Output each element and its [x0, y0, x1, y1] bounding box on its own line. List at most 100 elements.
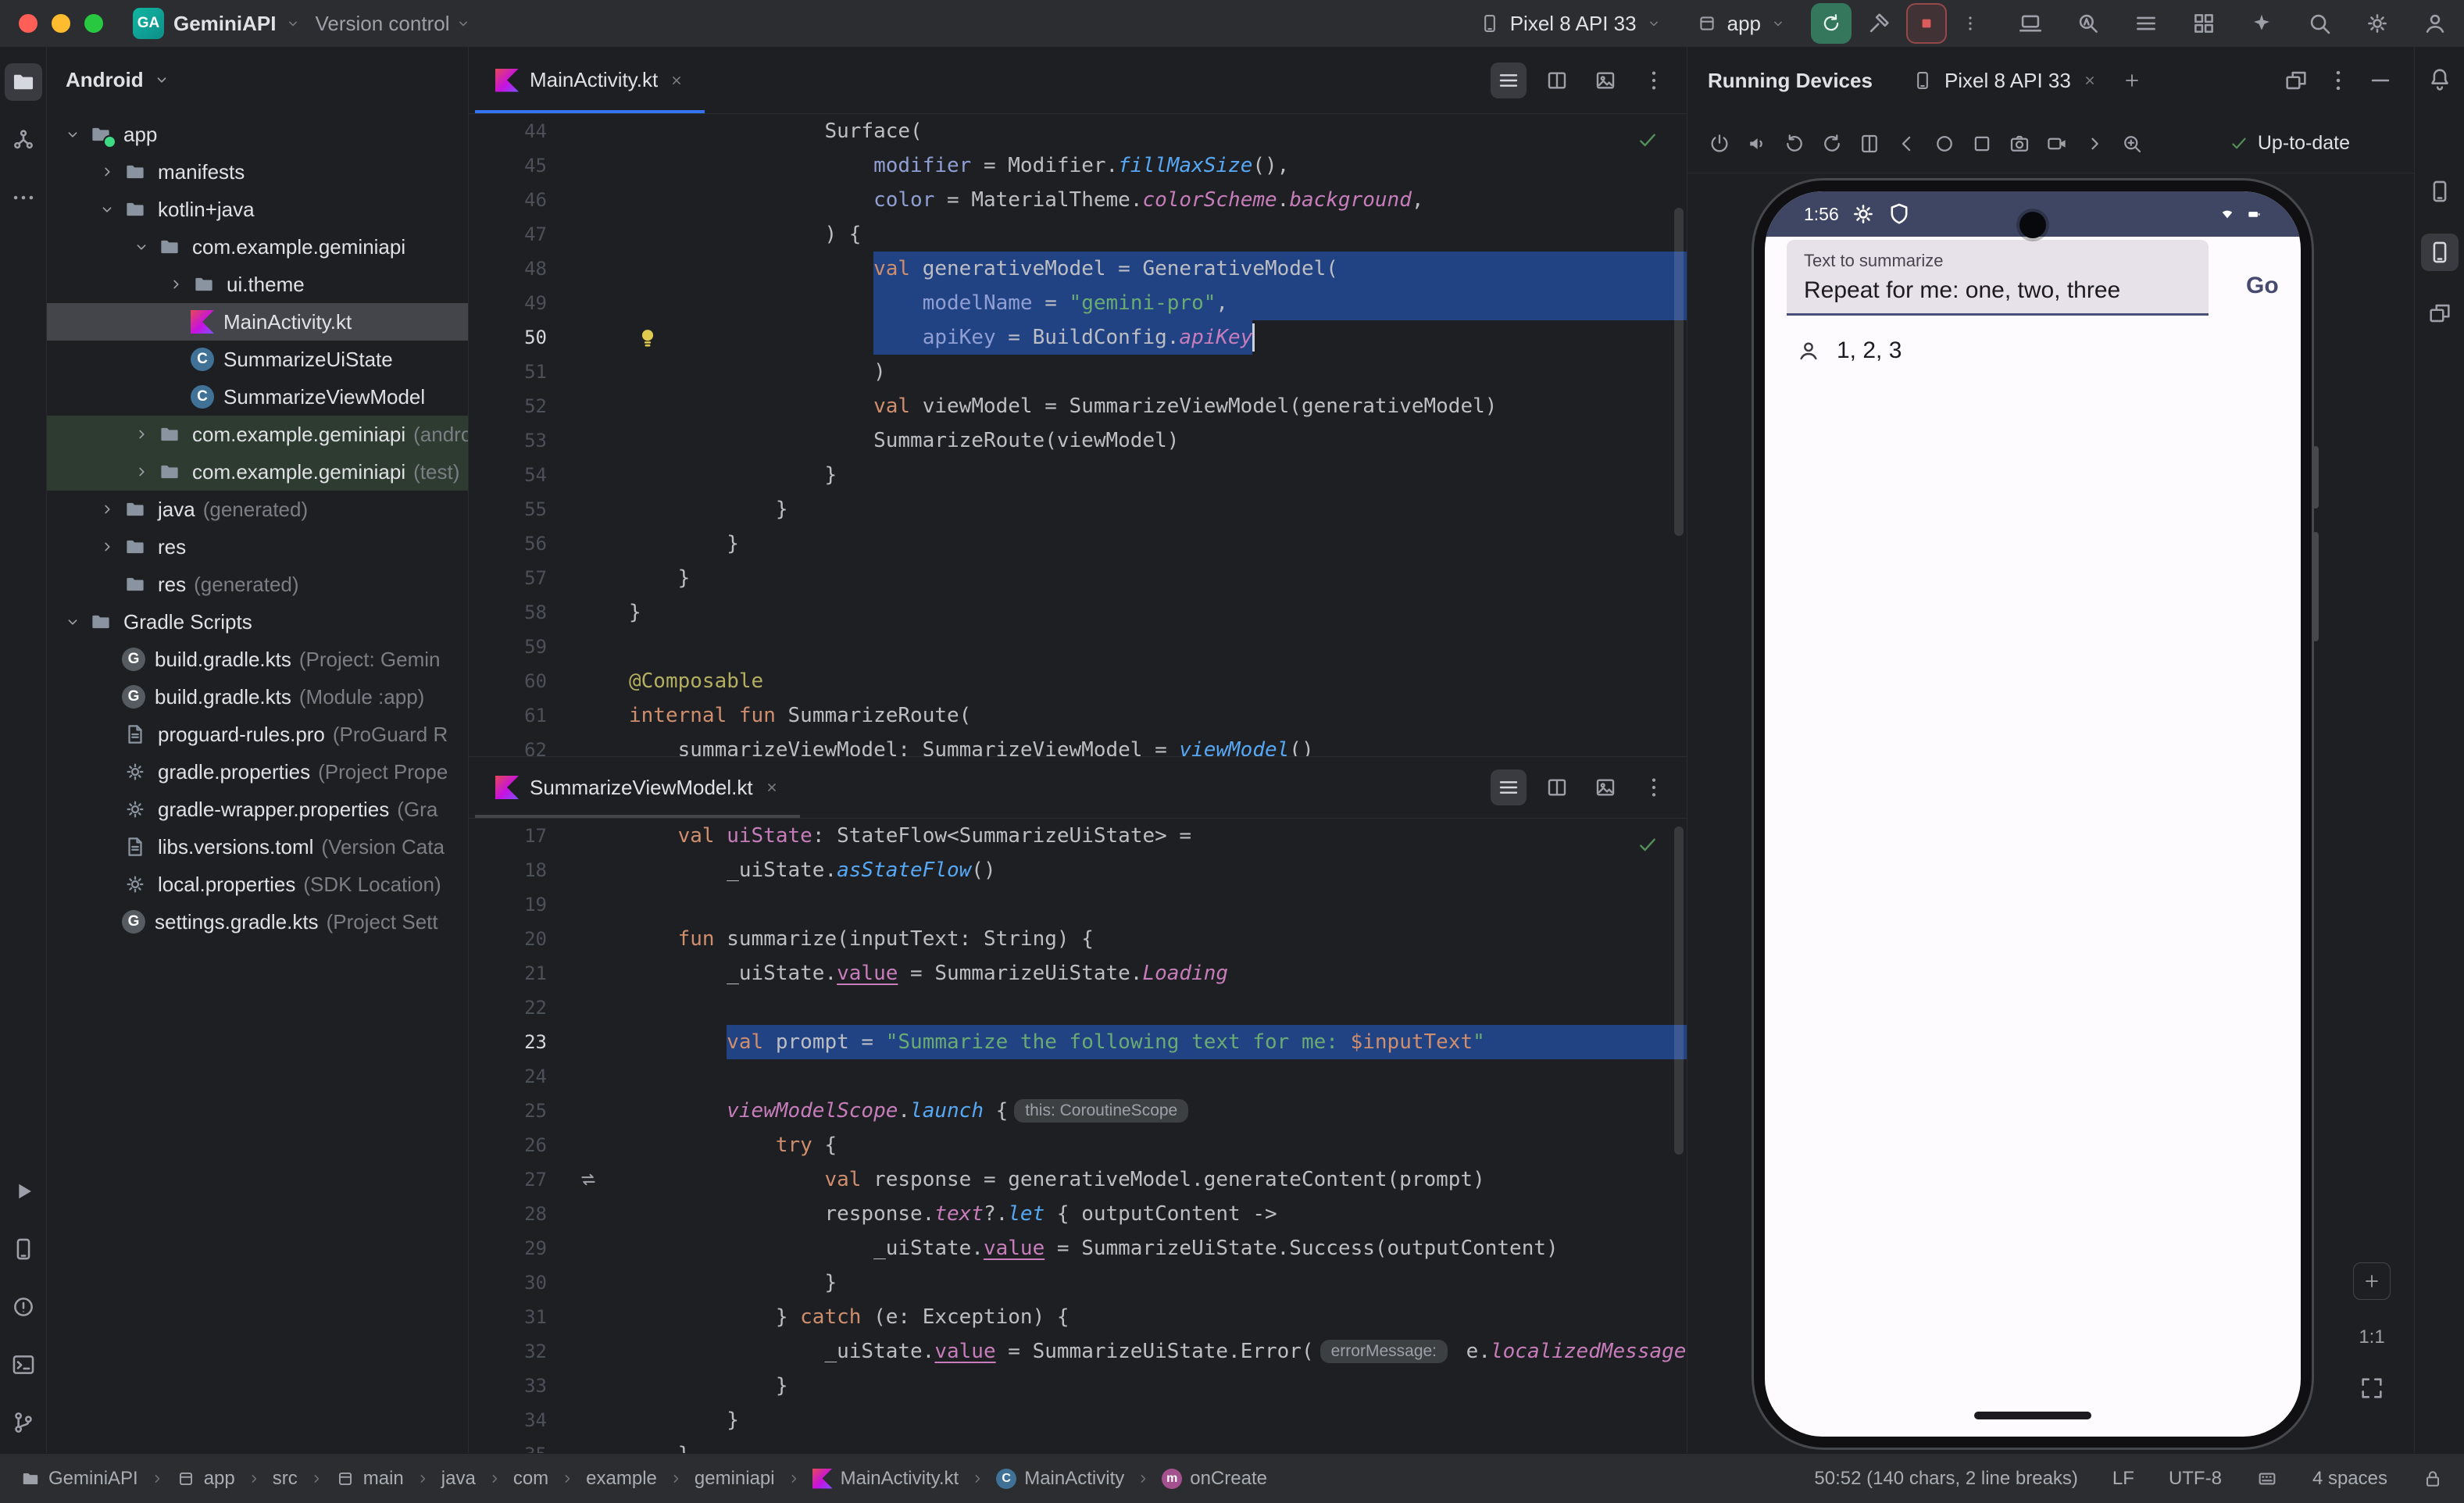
breadcrumb-item[interactable]: app: [176, 1468, 235, 1490]
code-line-19[interactable]: 19: [469, 887, 1687, 922]
breadcrumb-item[interactable]: main: [335, 1468, 404, 1490]
breadcrumb-item[interactable]: java: [441, 1468, 476, 1490]
chevron-down-icon[interactable]: [58, 120, 87, 149]
code-line-32[interactable]: 32 _uiState.value = SummarizeUiState.Err…: [469, 1334, 1687, 1369]
code-line-21[interactable]: 21 _uiState.value = SummarizeUiState.Loa…: [469, 956, 1687, 991]
device-selector[interactable]: Pixel 8 API 33: [1479, 12, 1662, 36]
ai-assistant-icon[interactable]: [2248, 10, 2275, 37]
editor-list-view-icon[interactable]: [1496, 775, 1521, 800]
file-encoding[interactable]: UTF-8: [2169, 1468, 2222, 1490]
hide-panel-icon[interactable]: [2367, 67, 2394, 94]
code-line-58[interactable]: 58}: [469, 595, 1687, 630]
project-widget[interactable]: GA GeminiAPI: [133, 8, 301, 39]
code-line-23[interactable]: 23 val prompt = "Summarize the following…: [469, 1025, 1687, 1059]
emulator-zoom-icon[interactable]: [2120, 132, 2144, 155]
emulator-rotate-right-icon[interactable]: [1820, 132, 1844, 155]
tree-item-build-gradle-kts[interactable]: Gbuild.gradle.kts(Project: Gemin: [47, 641, 468, 678]
tab-mainactivity[interactable]: MainActivity.kt: [475, 47, 705, 113]
chevron-down-icon[interactable]: [127, 232, 156, 262]
code-line-51[interactable]: 51 ): [469, 355, 1687, 389]
tree-item-local-properties[interactable]: local.properties(SDK Location): [47, 866, 468, 903]
version-control-icon[interactable]: [10, 127, 37, 153]
fit-screen-icon[interactable]: [2359, 1375, 2385, 1401]
indent-config-icon[interactable]: [2256, 1468, 2278, 1490]
code-line-31[interactable]: 31 } catch (e: Exception) {: [469, 1300, 1687, 1334]
editor-list-view-icon[interactable]: [1496, 68, 1521, 93]
code-line-55[interactable]: 55 }: [469, 492, 1687, 527]
profile-avatar-icon[interactable]: [2422, 10, 2448, 37]
tree-item-gradle-scripts[interactable]: Gradle Scripts: [47, 603, 468, 641]
gesture-navigation-bar[interactable]: [1974, 1412, 2091, 1419]
emulator-screenshot-icon[interactable]: [2008, 132, 2031, 155]
tree-item-gradle-wrapper-properties[interactable]: gradle-wrapper.properties(Gra: [47, 791, 468, 828]
tree-item-summarizeuistate[interactable]: CSummarizeUiState: [47, 341, 468, 378]
tree-item-manifests[interactable]: manifests: [47, 153, 468, 191]
search-everywhere-icon[interactable]: [2306, 10, 2333, 37]
code-line-48[interactable]: 48 val generativeModel = GenerativeModel…: [469, 252, 1687, 286]
breadcrumb-item[interactable]: geminiapi: [695, 1468, 775, 1490]
code-line-50[interactable]: 50 apiKey = BuildConfig.apiKey: [469, 320, 1687, 355]
emulator-back-icon[interactable]: [1895, 132, 1919, 155]
tree-item-com-example-geminiapi[interactable]: com.example.geminiapi(androidTest): [47, 416, 468, 453]
find-action-icon[interactable]: [2075, 10, 2102, 37]
summarize-text-input[interactable]: Text to summarize Repeat for me: one, tw…: [1787, 240, 2209, 316]
split-editor-icon[interactable]: [1544, 775, 1569, 800]
tree-item-app[interactable]: app: [47, 116, 468, 153]
readonly-lock-icon[interactable]: [2422, 1468, 2444, 1490]
caret-position[interactable]: 50:52 (140 chars, 2 line breaks): [1814, 1468, 2078, 1490]
emulator-power-icon[interactable]: [1708, 132, 1731, 155]
chevron-right-icon[interactable]: [127, 457, 156, 487]
editor-scrollbar[interactable]: [1674, 208, 1684, 536]
close-icon[interactable]: [764, 780, 780, 795]
tab-summarizeviewmodel[interactable]: SummarizeViewModel.kt: [475, 757, 800, 818]
status-gear-icon[interactable]: [1850, 201, 1877, 227]
running-devices-icon[interactable]: [2427, 239, 2453, 266]
zoom-in-button[interactable]: [2353, 1262, 2391, 1300]
terminal-icon[interactable]: [10, 1351, 37, 1378]
todo-list-icon[interactable]: [2133, 10, 2159, 37]
macos-close-button[interactable]: [19, 14, 37, 33]
breadcrumb-item[interactable]: monCreate: [1162, 1468, 1267, 1490]
close-icon[interactable]: [669, 73, 684, 88]
tree-item-summarizeviewmodel[interactable]: CSummarizeViewModel: [47, 378, 468, 416]
plugins-icon[interactable]: [2191, 10, 2217, 37]
code-line-45[interactable]: 45 modifier = Modifier.fillMaxSize(),: [469, 148, 1687, 183]
tree-item-settings-gradle-kts[interactable]: Gsettings.gradle.kts(Project Sett: [47, 903, 468, 941]
emulator-home-icon[interactable]: [1933, 132, 1956, 155]
code-line-20[interactable]: 20 fun summarize(inputText: String) {: [469, 922, 1687, 956]
macos-minimize-button[interactable]: [52, 14, 70, 33]
tree-item-com-example-geminiapi[interactable]: com.example.geminiapi: [47, 228, 468, 266]
code-line-59[interactable]: 59: [469, 630, 1687, 664]
inspections-ok-icon[interactable]: [1635, 833, 1660, 858]
build-hammer-icon[interactable]: [1866, 10, 1892, 37]
code-line-62[interactable]: 62 summarizeViewModel: SummarizeViewMode…: [469, 733, 1687, 756]
project-tool-icon[interactable]: [10, 69, 37, 95]
run-tool-icon[interactable]: [10, 1178, 37, 1205]
device-manager-icon[interactable]: [2427, 178, 2453, 205]
code-line-44[interactable]: 44 Surface(: [469, 114, 1687, 148]
editor-more-icon[interactable]: [1641, 775, 1666, 800]
go-button[interactable]: Go: [2246, 273, 2279, 299]
editor-summarizeviewmodel[interactable]: 17 val uiState: StateFlow<SummarizeUiSta…: [469, 819, 1687, 1453]
chevron-right-icon[interactable]: [161, 270, 191, 299]
status-shield-icon[interactable]: [1886, 201, 1912, 227]
logcat-icon[interactable]: [10, 1236, 37, 1262]
panel-options-kebab-icon[interactable]: [2325, 67, 2352, 94]
tree-item-kotlin-java[interactable]: kotlin+java: [47, 191, 468, 228]
code-line-46[interactable]: 46 color = MaterialTheme.colorScheme.bac…: [469, 183, 1687, 217]
code-line-57[interactable]: 57 }: [469, 561, 1687, 595]
inspections-ok-icon[interactable]: [1635, 128, 1660, 153]
code-line-30[interactable]: 30 }: [469, 1266, 1687, 1300]
device-explorer-icon[interactable]: [2427, 300, 2453, 327]
chevron-right-icon[interactable]: [92, 494, 122, 524]
new-window-icon[interactable]: [2283, 67, 2309, 94]
more-tool-windows-icon[interactable]: [10, 184, 37, 211]
code-line-61[interactable]: 61internal fun SummarizeRoute(: [469, 698, 1687, 733]
tree-item-res[interactable]: res(generated): [47, 566, 468, 603]
code-line-28[interactable]: 28 response.text?.let { outputContent ->: [469, 1197, 1687, 1231]
project-structure-icon[interactable]: [2017, 10, 2044, 37]
chevron-down-icon[interactable]: [58, 607, 87, 637]
editor-mainactivity[interactable]: 44 Surface(45 modifier = Modifier.fillMa…: [469, 114, 1687, 756]
project-view-selector[interactable]: Android: [47, 47, 468, 112]
emulator-overview-icon[interactable]: [1970, 132, 1994, 155]
